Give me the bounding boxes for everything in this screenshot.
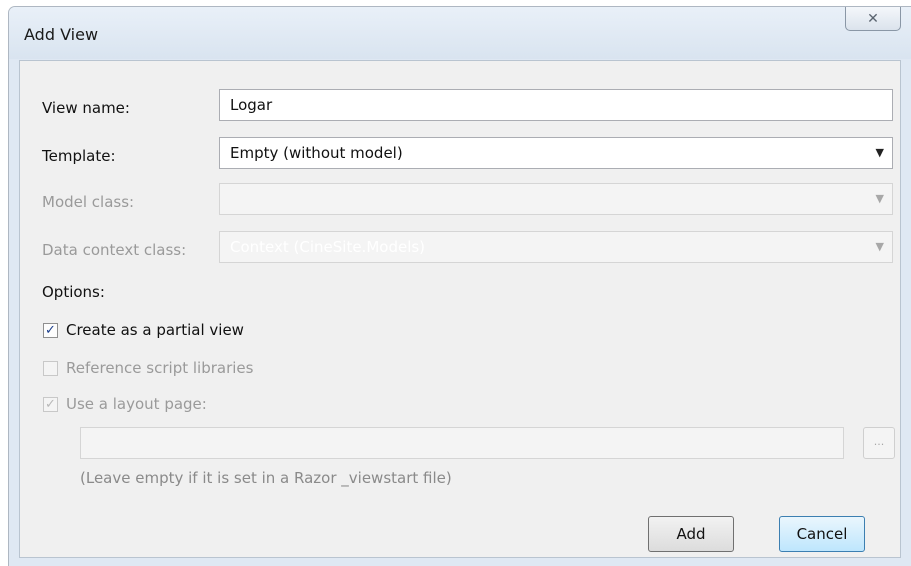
- chevron-down-icon: ▼: [875, 192, 884, 205]
- layout-page-checkbox[interactable]: ✓: [43, 397, 58, 412]
- layout-hint: (Leave empty if it is set in a Razor _vi…: [80, 469, 452, 487]
- options-heading: Options:: [42, 283, 105, 301]
- view-name-value: Logar: [230, 96, 273, 114]
- data-context-label: Data context class:: [42, 241, 187, 259]
- add-button[interactable]: Add: [648, 516, 734, 552]
- close-button[interactable]: ✕: [845, 7, 901, 31]
- script-libraries-label[interactable]: Reference script libraries: [66, 359, 253, 377]
- model-class-label: Model class:: [42, 193, 135, 211]
- layout-page-label[interactable]: Use a layout page:: [66, 395, 207, 413]
- view-name-label: View name:: [42, 99, 130, 117]
- chevron-down-icon: ▼: [875, 146, 884, 159]
- template-label: Template:: [42, 147, 116, 165]
- dialog-title: Add View: [24, 25, 99, 44]
- chevron-down-icon: ▼: [875, 240, 884, 253]
- cancel-button[interactable]: Cancel: [779, 516, 865, 552]
- browse-button[interactable]: ...: [863, 427, 895, 459]
- template-select[interactable]: Empty (without model) ▼: [219, 137, 893, 169]
- view-name-input[interactable]: Logar: [219, 89, 893, 121]
- data-context-select[interactable]: Context (CineSite.Models) ▼: [219, 231, 893, 263]
- check-icon: ✓: [45, 397, 56, 412]
- partial-view-label[interactable]: Create as a partial view: [66, 321, 244, 339]
- model-class-select[interactable]: ▼: [219, 183, 893, 215]
- dialog-content: View name: Logar Template: Empty (withou…: [19, 60, 901, 558]
- check-icon: ✓: [45, 323, 56, 338]
- script-libraries-checkbox[interactable]: [43, 361, 58, 376]
- title-bar[interactable]: Add View ✕: [9, 7, 911, 59]
- data-context-value: Context (CineSite.Models): [230, 238, 426, 256]
- template-value: Empty (without model): [230, 144, 403, 162]
- add-view-dialog: Add View ✕ View name: Logar Template: Em…: [8, 6, 911, 566]
- close-icon: ✕: [867, 10, 879, 27]
- layout-path-input[interactable]: [80, 427, 844, 459]
- partial-view-checkbox[interactable]: ✓: [43, 323, 58, 338]
